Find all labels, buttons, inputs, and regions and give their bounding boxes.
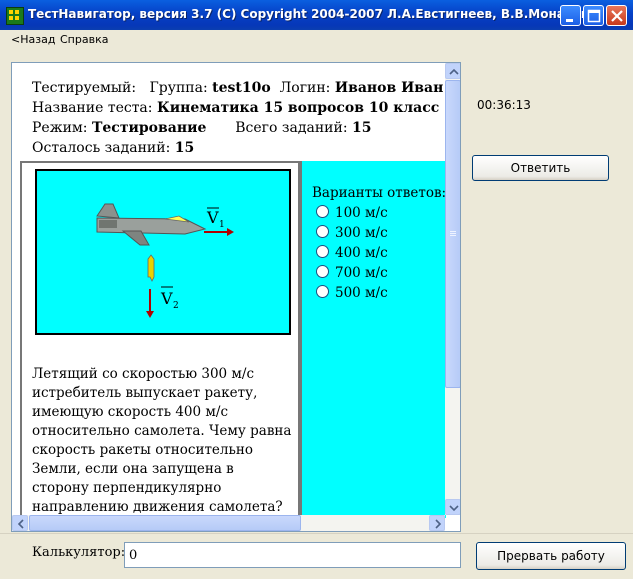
radio-button[interactable]: [316, 285, 329, 298]
radio-button[interactable]: [316, 205, 329, 218]
answer-option-1[interactable]: 100 м/с: [316, 205, 388, 223]
scroll-right-button[interactable]: [429, 515, 445, 531]
group-label: Группа:: [149, 80, 208, 96]
app-window: ТестНавигатор, версия 3.7 (С) Copyright …: [0, 0, 633, 579]
question-text: Летящий со скоростью 300 м/с истребитель…: [32, 366, 292, 515]
v2-symbol: V: [160, 289, 173, 308]
group-value: test10o: [212, 80, 271, 96]
vertical-scrollbar[interactable]: [445, 63, 460, 515]
v1-subscript: 1: [219, 220, 225, 230]
scroll-left-button[interactable]: [12, 515, 28, 531]
title-bar[interactable]: ТестНавигатор, версия 3.7 (С) Copyright …: [0, 0, 633, 31]
answers-panel: Варианты ответов: 100 м/с 300 м/с 400 м/…: [300, 161, 446, 518]
calculator-label: Калькулятор:: [32, 545, 126, 560]
radio-button[interactable]: [316, 265, 329, 278]
maximize-icon: [587, 9, 601, 23]
jet-fighter-icon: [96, 203, 207, 246]
menu-bar: <Назад Справка: [0, 30, 633, 48]
total-value: 15: [352, 120, 372, 136]
mode-value: Тестирование: [91, 120, 207, 136]
radio-button[interactable]: [316, 245, 329, 258]
chevron-left-icon: [17, 519, 24, 529]
question-panel: Тестируемый: Группа: test10o Логин: Иван…: [11, 62, 461, 532]
missile-icon: [147, 254, 155, 282]
info-line-3: Режим: Тестирование Всего заданий: 15: [32, 120, 372, 136]
login-value: Иванов Иван: [334, 80, 444, 96]
answer-option-2[interactable]: 300 м/с: [316, 225, 388, 243]
chevron-down-icon: [449, 505, 459, 512]
minimize-icon: [566, 19, 573, 22]
tested-label: Тестируемый:: [32, 80, 137, 96]
scroll-up-button[interactable]: [445, 63, 460, 79]
answer-option-3[interactable]: 400 м/с: [316, 245, 388, 263]
radio-button[interactable]: [316, 225, 329, 238]
vertical-scroll-thumb[interactable]: [445, 80, 460, 388]
answer-option-4[interactable]: 700 м/с: [316, 265, 388, 283]
calculator-input[interactable]: [124, 542, 461, 568]
maximize-button[interactable]: [583, 5, 604, 26]
info-line-2: Название теста: Кинематика 15 вопросов 1…: [32, 100, 439, 116]
login-label: Логин:: [279, 80, 331, 96]
test-name-value: Кинематика 15 вопросов 10 класс: [156, 100, 440, 116]
close-icon: [611, 10, 623, 22]
app-icon: [6, 7, 24, 25]
chevron-right-icon: [435, 519, 442, 529]
timer: 00:36:13: [477, 98, 531, 112]
chevron-up-icon: [449, 68, 459, 75]
scroll-down-button[interactable]: [445, 499, 460, 515]
info-line-4: Осталось заданий: 15: [32, 140, 194, 156]
info-line-1: Тестируемый: Группа: test10o Логин: Иван…: [32, 80, 443, 96]
total-label: Всего заданий:: [235, 120, 348, 136]
answer-button[interactable]: Ответить: [472, 155, 609, 181]
v2-subscript: 2: [173, 301, 179, 311]
answers-title: Варианты ответов:: [312, 185, 447, 201]
minimize-button[interactable]: [560, 5, 581, 26]
answer-option-5[interactable]: 500 м/с: [316, 285, 388, 303]
remaining-value: 15: [174, 140, 195, 156]
v1-symbol: V: [206, 208, 219, 227]
menu-back[interactable]: <Назад: [11, 33, 55, 46]
close-button[interactable]: [606, 5, 627, 26]
test-name-label: Название теста:: [32, 100, 153, 116]
horizontal-scrollbar[interactable]: [12, 515, 445, 531]
question-picture: V 1 V 2: [35, 169, 291, 335]
divider: [0, 533, 633, 534]
mode-label: Режим:: [32, 120, 88, 136]
remaining-label: Осталось заданий:: [32, 140, 171, 156]
abort-button[interactable]: Прервать работу: [476, 542, 626, 570]
window-title: ТестНавигатор, версия 3.7 (С) Copyright …: [28, 7, 589, 21]
horizontal-scroll-thumb[interactable]: [29, 515, 301, 531]
jet-missile-illustration: V 1 V 2: [96, 203, 234, 318]
menu-help[interactable]: Справка: [60, 33, 108, 46]
